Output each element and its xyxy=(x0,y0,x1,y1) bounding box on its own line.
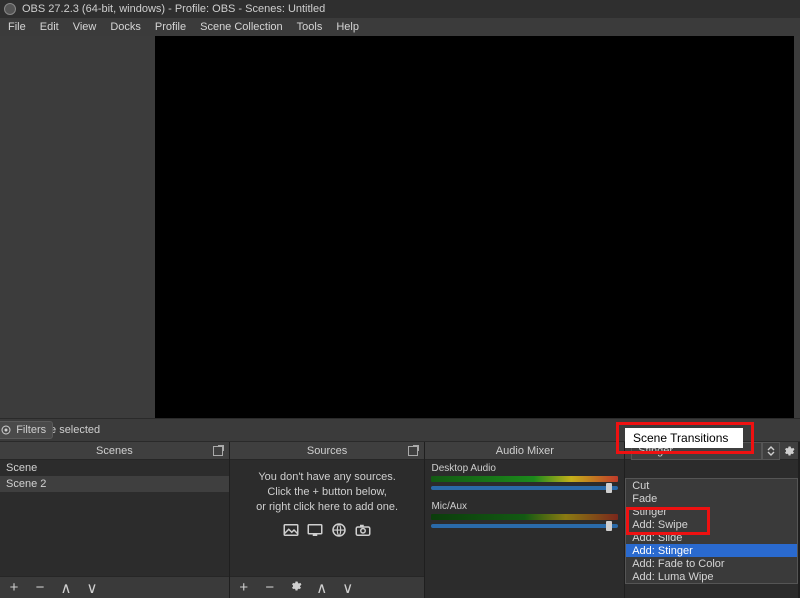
volume-slider[interactable] xyxy=(431,524,618,528)
sources-settings-button[interactable] xyxy=(288,579,304,596)
menu-file[interactable]: File xyxy=(8,21,26,33)
sources-popout-icon[interactable] xyxy=(406,445,420,457)
window-title: OBS 27.2.3 (64-bit, windows) - Profile: … xyxy=(22,3,325,15)
transition-dropdown-list[interactable]: Cut Fade Stinger Add: Swipe Add: Slide A… xyxy=(625,478,798,584)
preview-canvas[interactable] xyxy=(155,36,794,418)
transition-dropdown-button[interactable] xyxy=(762,442,780,460)
menu-bar: File Edit View Docks Profile Scene Colle… xyxy=(0,18,800,36)
scenes-header: Scenes xyxy=(0,442,229,460)
title-bar: OBS 27.2.3 (64-bit, windows) - Profile: … xyxy=(0,0,800,18)
sources-empty-text: You don't have any sources. Click the + … xyxy=(230,460,425,543)
menu-profile[interactable]: Profile xyxy=(155,21,186,33)
transition-option[interactable]: Add: Slide xyxy=(626,531,797,544)
scenes-popout-icon[interactable] xyxy=(211,445,225,457)
transition-option[interactable]: Add: Swipe xyxy=(626,518,797,531)
mixer-track: Desktop Audio xyxy=(425,460,624,490)
mixer-header: Audio Mixer xyxy=(425,442,624,460)
scenes-up-button[interactable]: ∧ xyxy=(58,579,74,597)
sources-empty-line: You don't have any sources. xyxy=(238,470,417,485)
sources-empty-icons xyxy=(238,521,417,539)
scenes-dock: Scenes Scene Scene 2 + − ∧ ∨ xyxy=(0,442,230,598)
workspace-right-pad xyxy=(794,36,800,418)
sources-down-button[interactable]: ∨ xyxy=(340,579,356,597)
menu-docks[interactable]: Docks xyxy=(110,21,141,33)
workspace xyxy=(0,36,800,418)
sources-empty-line: Click the + button below, xyxy=(238,485,417,500)
transition-option[interactable]: Fade xyxy=(626,492,797,505)
audio-mixer-dock: Audio Mixer Desktop Audio Mic/Aux xyxy=(425,442,625,598)
mixer-track: Mic/Aux xyxy=(425,498,624,528)
transition-option[interactable]: Add: Fade to Color xyxy=(626,557,797,570)
sources-footer: + − ∧ ∨ xyxy=(230,576,425,598)
audio-meter xyxy=(431,514,618,520)
workspace-left-pad xyxy=(0,36,155,418)
scenes-down-button[interactable]: ∨ xyxy=(84,579,100,597)
scenes-remove-button[interactable]: − xyxy=(32,579,48,596)
sources-header: Sources xyxy=(230,442,425,460)
track-label: Desktop Audio xyxy=(431,463,618,474)
filters-label: Filters xyxy=(16,424,46,436)
scene-item[interactable]: Scene xyxy=(0,460,229,476)
sources-up-button[interactable]: ∧ xyxy=(314,579,330,597)
gear-icon xyxy=(290,580,302,592)
filters-button[interactable]: Filters xyxy=(0,421,53,439)
updown-icon xyxy=(766,446,776,456)
mixer-title: Audio Mixer xyxy=(496,445,554,457)
menu-scene-collection[interactable]: Scene Collection xyxy=(200,21,283,33)
gear-icon xyxy=(783,445,795,457)
transition-settings-button[interactable] xyxy=(780,442,798,460)
sources-add-button[interactable]: + xyxy=(236,579,252,596)
camera-icon xyxy=(354,521,372,539)
sources-remove-button[interactable]: − xyxy=(262,579,278,596)
menu-tools[interactable]: Tools xyxy=(297,21,323,33)
track-label: Mic/Aux xyxy=(431,501,618,512)
scenes-footer: + − ∧ ∨ xyxy=(0,576,229,598)
filters-icon xyxy=(0,424,12,436)
scenes-list[interactable]: Scene Scene 2 xyxy=(0,460,229,576)
scenes-add-button[interactable]: + xyxy=(6,579,22,596)
annotation-label-text: Scene Transitions xyxy=(633,431,728,445)
scene-transitions-dock: Stinger Cut Fade Stinger Add: Swipe Add:… xyxy=(625,442,799,598)
sources-title: Sources xyxy=(307,445,347,457)
menu-help[interactable]: Help xyxy=(336,21,359,33)
audio-meter xyxy=(431,476,618,482)
annotation-scene-transitions-label: Scene Transitions xyxy=(625,428,743,448)
transition-option[interactable]: Stinger xyxy=(626,505,797,518)
globe-icon xyxy=(330,521,348,539)
display-icon xyxy=(306,521,324,539)
transition-option[interactable]: Add: Luma Wipe xyxy=(626,570,797,583)
menu-view[interactable]: View xyxy=(73,21,97,33)
image-icon xyxy=(282,521,300,539)
transition-option[interactable]: Add: Stinger xyxy=(626,544,797,557)
dock-row: Scenes Scene Scene 2 + − ∧ ∨ Sources You… xyxy=(0,442,800,598)
transitions-body: Cut Fade Stinger Add: Swipe Add: Slide A… xyxy=(625,460,798,598)
sources-body[interactable]: You don't have any sources. Click the + … xyxy=(230,460,425,576)
volume-slider[interactable] xyxy=(431,486,618,490)
app-icon xyxy=(4,3,16,15)
sources-empty-line: or right click here to add one. xyxy=(238,500,417,515)
scene-item[interactable]: Scene 2 xyxy=(0,476,229,492)
sources-dock: Sources You don't have any sources. Clic… xyxy=(230,442,426,598)
mixer-body: Desktop Audio Mic/Aux xyxy=(425,460,624,598)
scenes-title: Scenes xyxy=(96,445,133,457)
transition-option[interactable]: Cut xyxy=(626,479,797,492)
menu-edit[interactable]: Edit xyxy=(40,21,59,33)
